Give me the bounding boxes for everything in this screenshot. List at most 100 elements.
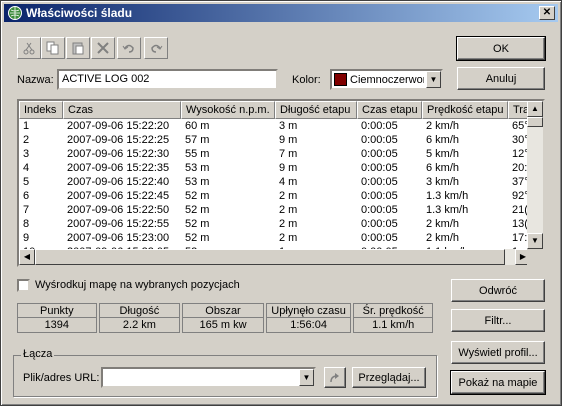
table-cell: 52 m	[185, 218, 210, 230]
scroll-left-icon[interactable]: ◀	[19, 249, 35, 265]
paste-button[interactable]	[66, 37, 90, 59]
scroll-up-icon[interactable]: ▲	[527, 101, 543, 117]
table-row[interactable]: 3 2007-09-06 15:22:30 55 m 7 m 0:00:05 5 km/h…	[19, 147, 531, 161]
table-cell: 2007-09-06 15:23:00	[67, 232, 170, 244]
undo-icon	[122, 44, 134, 53]
browse-button[interactable]: Przeglądaj...	[352, 367, 426, 388]
stat-elapsed-value: 1:56:04	[290, 319, 327, 331]
table-cell: 57 m	[185, 134, 210, 146]
stat-length-value: 2.2 km	[122, 319, 156, 331]
vertical-scrollbar[interactable]: ▲ ▼	[527, 101, 543, 249]
table-cell: 8	[23, 218, 30, 230]
table-row[interactable]: 1 2007-09-06 15:22:20 60 m 3 m 0:00:05 2 km/h…	[19, 119, 531, 133]
table-row[interactable]: 5 2007-09-06 15:22:40 53 m 4 m 0:00:05 3 km/h…	[19, 175, 531, 189]
url-input[interactable]: ▼	[101, 367, 316, 388]
table-cell: 0:00:05	[361, 176, 398, 188]
col-header-leg-length[interactable]: Długość etapu	[275, 101, 357, 119]
scroll-down-icon[interactable]: ▼	[527, 233, 543, 249]
table-cell: 2007-09-06 15:22:25	[67, 134, 170, 146]
table-cell: 2007-09-06 15:22:30	[67, 148, 170, 160]
stat-area: Obszar 165 m kw	[182, 303, 264, 333]
title-bar: Właściwości śladu ✕	[4, 4, 558, 22]
cut-button[interactable]	[17, 37, 41, 59]
copy-button[interactable]	[41, 37, 65, 59]
chevron-down-icon[interactable]: ▼	[299, 369, 314, 386]
table-header: Indeks Czas Wysokość n.p.m. Długość etap…	[19, 101, 531, 119]
table-cell: 5	[23, 176, 30, 188]
col-header-altitude[interactable]: Wysokość n.p.m.	[181, 101, 275, 119]
paste-icon	[72, 42, 84, 55]
table-row[interactable]: 8 2007-09-06 15:22:55 52 m 2 m 0:00:05 2 km/h…	[19, 217, 531, 231]
track-points-table[interactable]: Indeks Czas Wysokość n.p.m. Długość etap…	[17, 99, 545, 267]
name-input[interactable]: ACTIVE LOG 002	[57, 69, 278, 90]
table-cell: 1.3 km/h	[426, 204, 469, 216]
col-header-leg-time[interactable]: Czas etapu	[357, 101, 422, 119]
table-cell: 3 km/h	[426, 176, 460, 188]
horizontal-scrollbar[interactable]: ◀ ▶	[19, 249, 531, 265]
stat-points-value: 1394	[44, 319, 70, 331]
stat-avg-speed: Śr. prędkość 1.1 km/h	[353, 303, 433, 333]
go-url-button[interactable]	[324, 367, 346, 388]
close-button[interactable]: ✕	[539, 6, 555, 20]
arrow-curve-icon	[330, 372, 339, 382]
center-map-label[interactable]: Wyśrodkuj mapę na wybranych pozycjach	[35, 279, 240, 291]
table-cell: 52 m	[185, 190, 210, 202]
stat-length-header: Długość	[99, 304, 180, 318]
redo-icon	[151, 44, 163, 53]
undo-button[interactable]	[117, 37, 141, 59]
table-cell: 1	[23, 120, 30, 132]
table-row[interactable]: 2 2007-09-06 15:22:25 57 m 9 m 0:00:05 6 km/h…	[19, 133, 531, 147]
links-group-label: Łącza	[21, 348, 55, 360]
table-cell: 6 km/h	[426, 134, 460, 146]
table-cell: 55 m	[185, 148, 210, 160]
table-cell: 3 m	[279, 120, 298, 132]
col-header-time[interactable]: Czas	[63, 101, 181, 119]
redo-button[interactable]	[144, 37, 168, 59]
cut-icon	[23, 42, 35, 55]
ok-button[interactable]: OK	[456, 36, 546, 61]
table-cell: 0:00:05	[361, 134, 398, 146]
show-profile-button[interactable]: Wyświetl profil...	[451, 341, 545, 364]
window-title: Właściwości śladu	[26, 6, 133, 20]
cancel-button[interactable]: Anuluj	[457, 67, 545, 90]
url-label: Plik/adres URL:	[23, 372, 100, 384]
col-header-index[interactable]: Indeks	[19, 101, 63, 119]
table-cell: 0:00:05	[361, 232, 398, 244]
table-cell: 7	[23, 204, 30, 216]
delete-button[interactable]	[91, 37, 115, 59]
scroll-thumb[interactable]	[527, 117, 543, 127]
table-row[interactable]: 7 2007-09-06 15:22:50 52 m 2 m 0:00:05 1.3 km…	[19, 203, 531, 217]
table-cell: 53 m	[185, 162, 210, 174]
table-row[interactable]: 9 2007-09-06 15:23:00 52 m 2 m 0:00:05 2 km/h…	[19, 231, 531, 245]
col-header-leg-speed[interactable]: Prędkość etapu	[422, 101, 508, 119]
table-cell: 53 m	[185, 176, 210, 188]
delete-icon	[97, 42, 109, 54]
table-cell: 52 m	[185, 232, 210, 244]
table-cell: 2 m	[279, 232, 298, 244]
table-cell: 4	[23, 162, 30, 174]
chevron-down-icon[interactable]: ▼	[426, 71, 441, 88]
color-select[interactable]: Ciemnoczerwony ▼	[330, 69, 443, 90]
properties-dialog: Właściwości śladu ✕ Nazwa: ACTIVE LOG 00…	[0, 0, 562, 406]
table-cell: 9 m	[279, 134, 298, 146]
stat-area-header: Obszar	[183, 304, 263, 318]
table-row[interactable]: 4 2007-09-06 15:22:35 53 m 9 m 0:00:05 6 km/h…	[19, 161, 531, 175]
hscroll-thumb[interactable]	[35, 249, 505, 265]
table-cell: 2 km/h	[426, 120, 460, 132]
center-map-checkbox[interactable]	[17, 279, 30, 292]
track-statistics: Punkty 1394 Długość 2.2 km Obszar 165 m …	[17, 303, 435, 333]
table-cell: 2 m	[279, 190, 298, 202]
color-label: Kolor:	[292, 74, 321, 86]
app-globe-icon	[8, 6, 22, 20]
reverse-button[interactable]: Odwróć	[451, 279, 545, 302]
table-cell: 6	[23, 190, 30, 202]
show-on-map-button[interactable]: Pokaż na mapie	[450, 370, 546, 395]
stat-length: Długość 2.2 km	[98, 303, 181, 333]
filter-button[interactable]: Filtr...	[451, 309, 545, 332]
table-cell: 2007-09-06 15:22:35	[67, 162, 170, 174]
stat-avg-speed-header: Śr. prędkość	[354, 304, 432, 318]
table-cell: 2 km/h	[426, 218, 460, 230]
table-cell: 3	[23, 148, 30, 160]
copy-icon	[46, 41, 59, 55]
table-row[interactable]: 6 2007-09-06 15:22:45 52 m 2 m 0:00:05 1.3 km…	[19, 189, 531, 203]
